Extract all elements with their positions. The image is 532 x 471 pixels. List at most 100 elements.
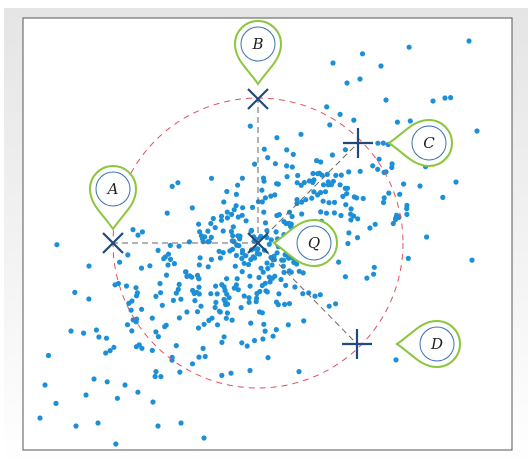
data-point (333, 301, 339, 307)
data-point (224, 215, 230, 221)
data-point (135, 232, 141, 238)
data-point (54, 242, 60, 248)
data-point (224, 301, 231, 307)
data-point (294, 180, 300, 186)
data-point (235, 214, 241, 220)
knn-diagram: A B C D Q (4, 8, 528, 467)
data-point (241, 293, 247, 299)
data-point (331, 210, 337, 216)
data-point (191, 290, 197, 297)
data-point (298, 131, 304, 137)
data-point (214, 291, 220, 297)
data-point (195, 325, 202, 331)
data-point (394, 119, 400, 125)
data-point (351, 117, 357, 123)
data-point (276, 212, 282, 218)
data-point (272, 192, 278, 198)
data-point (273, 229, 279, 235)
data-point (197, 255, 203, 261)
data-point (213, 283, 219, 289)
data-point (170, 297, 176, 303)
data-point (239, 269, 245, 275)
data-point (326, 303, 332, 309)
data-point (407, 118, 413, 124)
data-point (378, 63, 384, 69)
data-point (196, 262, 202, 268)
data-point (73, 423, 79, 429)
data-point (299, 199, 305, 205)
data-point (138, 265, 145, 271)
data-point (53, 400, 59, 406)
data-point (224, 276, 230, 282)
data-point (153, 369, 159, 375)
data-point (323, 210, 330, 216)
data-point (241, 260, 247, 266)
data-point (286, 301, 293, 307)
data-point (169, 183, 175, 189)
data-point (201, 321, 207, 327)
data-point (171, 261, 177, 267)
data-point (175, 286, 181, 292)
data-point (284, 163, 290, 169)
data-point (208, 256, 214, 263)
data-point (212, 304, 218, 311)
data-point (357, 168, 363, 174)
data-point (249, 204, 256, 210)
data-point (312, 293, 318, 299)
data-point (265, 155, 271, 161)
data-point (206, 317, 212, 323)
data-point (149, 347, 155, 353)
data-point (376, 156, 382, 162)
data-point (259, 187, 265, 193)
data-point (393, 357, 399, 363)
data-point (264, 260, 270, 266)
data-point (103, 350, 109, 356)
data-point (342, 274, 348, 280)
data-point (42, 382, 48, 388)
data-point (265, 265, 271, 272)
data-point (280, 263, 286, 269)
data-point (329, 152, 335, 158)
data-point (139, 306, 145, 312)
data-point (183, 269, 189, 275)
data-point (81, 330, 87, 336)
diagram-canvas: A B C D Q (0, 0, 532, 471)
data-point (343, 202, 349, 208)
data-point (274, 181, 280, 187)
data-point (442, 95, 448, 101)
pin-d-label: D (430, 335, 443, 353)
data-point (281, 269, 287, 275)
data-point (167, 242, 173, 248)
data-point (354, 235, 361, 241)
data-point (404, 211, 410, 217)
data-point (208, 175, 215, 181)
data-point (247, 283, 253, 289)
data-point (299, 211, 305, 217)
data-point (261, 321, 267, 327)
data-point (158, 374, 164, 380)
data-point (239, 340, 245, 346)
data-point (177, 369, 183, 375)
data-point (192, 298, 198, 304)
data-point (219, 339, 225, 345)
data-point (324, 104, 330, 110)
data-point (281, 219, 287, 225)
data-point (221, 334, 227, 340)
data-point (176, 281, 182, 287)
data-point (117, 259, 123, 265)
data-point (155, 334, 161, 340)
data-point (202, 353, 208, 360)
data-point (104, 379, 110, 385)
data-point (224, 209, 230, 215)
data-point (289, 213, 295, 220)
data-point (273, 299, 280, 305)
pin-c-label: C (423, 134, 435, 152)
data-point (336, 259, 342, 265)
data-point (176, 243, 182, 249)
data-point (274, 135, 280, 141)
data-point (344, 80, 350, 86)
data-point (272, 161, 278, 167)
data-point (348, 217, 354, 223)
data-point (390, 220, 396, 227)
data-point (220, 228, 226, 234)
